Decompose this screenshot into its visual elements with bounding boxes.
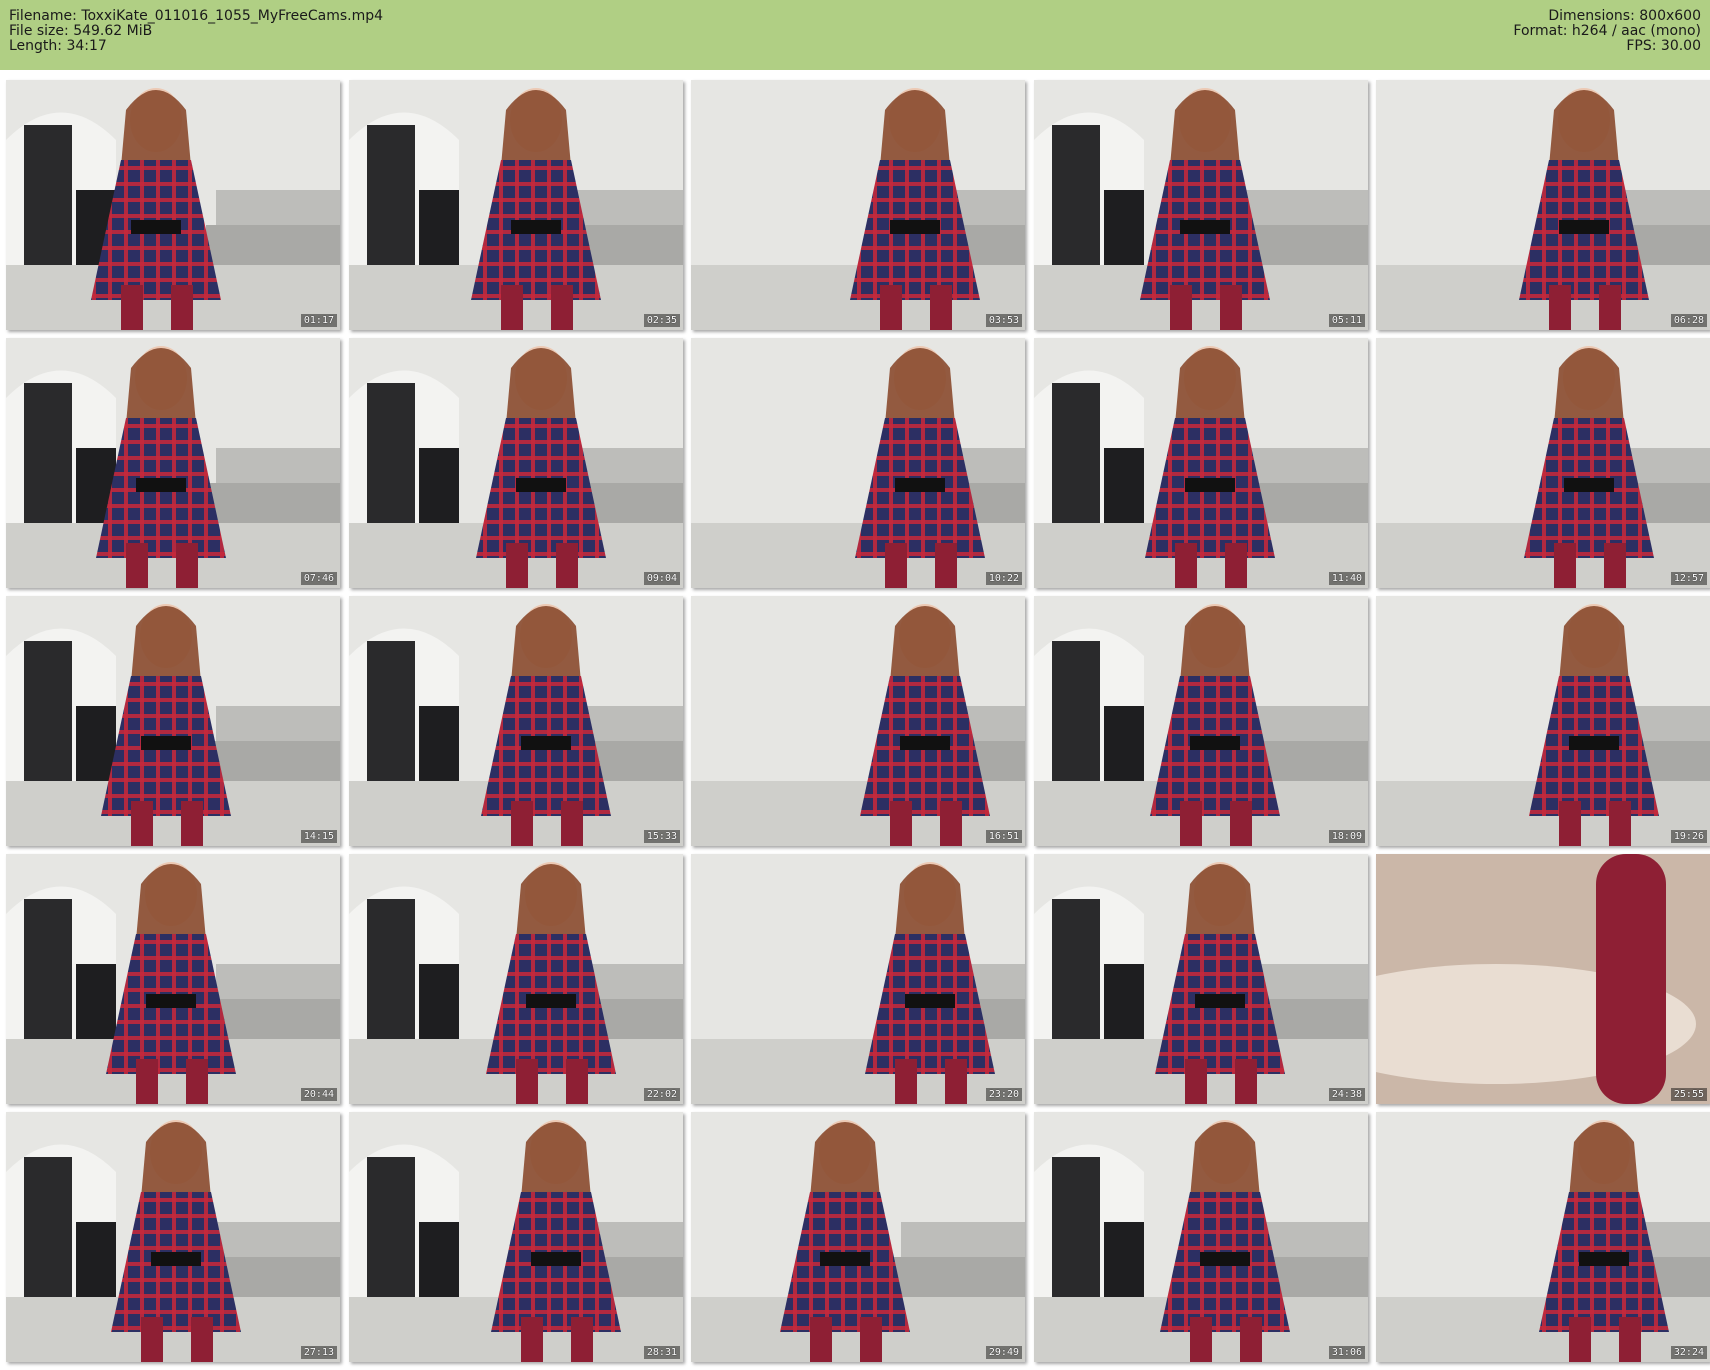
thumbnail-image — [1034, 80, 1368, 330]
format-value: h264 / aac (mono) — [1571, 23, 1701, 39]
thumbnail-image — [1034, 338, 1368, 588]
thumbnail-timestamp: 32:24 — [1670, 1346, 1707, 1359]
length-line: Length: 34:17 — [9, 39, 383, 54]
video-thumbnail: 07:46 — [6, 338, 340, 588]
thumbnail-image — [349, 338, 683, 588]
filename-value: ToxxiKate_011016_1055_MyFreeCams.mp4 — [81, 8, 384, 24]
thumbnail-image — [6, 338, 340, 588]
thumbnail-timestamp: 01:17 — [300, 314, 337, 327]
video-thumbnail: 02:35 — [349, 80, 683, 330]
thumbnail-image — [691, 854, 1025, 1104]
thumbnail-timestamp: 20:44 — [300, 1088, 337, 1101]
fps-value: 30.00 — [1660, 38, 1701, 54]
thumbnail-timestamp: 27:13 — [300, 1346, 337, 1359]
thumbnail-image — [349, 596, 683, 846]
file-info-right: Dimensions: 800x600 Format: h264 / aac (… — [1513, 9, 1701, 54]
video-thumbnail: 24:38 — [1034, 854, 1368, 1104]
video-thumbnail: 22:02 — [349, 854, 683, 1104]
thumbnail-image — [691, 1112, 1025, 1362]
thumbnail-timestamp: 22:02 — [643, 1088, 680, 1101]
thumbnail-image — [6, 80, 340, 330]
thumbnail-timestamp: 09:04 — [643, 572, 680, 585]
thumbnail-timestamp: 24:38 — [1328, 1088, 1365, 1101]
length-value: 34:17 — [66, 38, 107, 54]
format-line: Format: h264 / aac (mono) — [1513, 24, 1701, 39]
thumbnail-timestamp: 06:28 — [1670, 314, 1707, 327]
thumbnail-image — [1376, 80, 1710, 330]
video-thumbnail: 25:55 — [1376, 854, 1710, 1104]
thumbnail-image — [1376, 338, 1710, 588]
video-thumbnail: 09:04 — [349, 338, 683, 588]
thumbnail-timestamp: 11:40 — [1328, 572, 1365, 585]
fps-line: FPS: 30.00 — [1513, 39, 1701, 54]
video-thumbnail: 15:33 — [349, 596, 683, 846]
thumbnail-timestamp: 14:15 — [300, 830, 337, 843]
file-info-left: Filename: ToxxiKate_011016_1055_MyFreeCa… — [9, 9, 383, 54]
thumbnail-image — [691, 338, 1025, 588]
filesize-line: File size: 549.62 MiB — [9, 24, 383, 39]
video-thumbnail: 29:49 — [691, 1112, 1025, 1362]
thumbnail-timestamp: 29:49 — [985, 1346, 1022, 1359]
thumbnail-grid: 01:17 02:35 03:53 05:11 06:28 07:46 09:04 10:22… — [0, 78, 1710, 1368]
thumbnail-timestamp: 12:57 — [1670, 572, 1707, 585]
thumbnail-timestamp: 31:06 — [1328, 1346, 1365, 1359]
length-label: Length: — [9, 38, 63, 54]
video-thumbnail: 16:51 — [691, 596, 1025, 846]
video-thumbnail: 10:22 — [691, 338, 1025, 588]
thumbnail-timestamp: 07:46 — [300, 572, 337, 585]
thumbnail-image — [1376, 854, 1710, 1104]
thumbnail-timestamp: 10:22 — [985, 572, 1022, 585]
thumbnail-image — [6, 1112, 340, 1362]
thumbnail-timestamp: 23:20 — [985, 1088, 1022, 1101]
thumbnail-image — [1376, 1112, 1710, 1362]
thumbnail-image — [349, 80, 683, 330]
video-thumbnail: 23:20 — [691, 854, 1025, 1104]
video-thumbnail: 12:57 — [1376, 338, 1710, 588]
thumbnail-timestamp: 16:51 — [985, 830, 1022, 843]
fps-label: FPS: — [1626, 38, 1657, 54]
thumbnail-timestamp: 28:31 — [643, 1346, 680, 1359]
filesize-value: 549.62 MiB — [73, 23, 153, 39]
video-thumbnail: 11:40 — [1034, 338, 1368, 588]
dimensions-label: Dimensions: — [1548, 8, 1635, 24]
thumbnail-image — [1034, 1112, 1368, 1362]
dimensions-line: Dimensions: 800x600 — [1513, 9, 1701, 24]
filename-label: Filename: — [9, 8, 77, 24]
video-thumbnail: 01:17 — [6, 80, 340, 330]
info-header: Filename: ToxxiKate_011016_1055_MyFreeCa… — [0, 0, 1710, 70]
thumbnail-timestamp: 15:33 — [643, 830, 680, 843]
filename-line: Filename: ToxxiKate_011016_1055_MyFreeCa… — [9, 9, 383, 24]
thumbnail-timestamp: 03:53 — [985, 314, 1022, 327]
video-thumbnail: 18:09 — [1034, 596, 1368, 846]
video-thumbnail: 19:26 — [1376, 596, 1710, 846]
thumbnail-timestamp: 19:26 — [1670, 830, 1707, 843]
video-thumbnail: 31:06 — [1034, 1112, 1368, 1362]
thumbnail-image — [1376, 596, 1710, 846]
thumbnail-image — [349, 854, 683, 1104]
video-thumbnail: 03:53 — [691, 80, 1025, 330]
video-thumbnail: 32:24 — [1376, 1112, 1710, 1362]
dimensions-value: 800x600 — [1639, 8, 1701, 24]
video-thumbnail: 20:44 — [6, 854, 340, 1104]
thumbnail-image — [1034, 854, 1368, 1104]
video-thumbnail: 06:28 — [1376, 80, 1710, 330]
format-label: Format: — [1513, 23, 1568, 39]
thumbnail-image — [691, 80, 1025, 330]
thumbnail-timestamp: 02:35 — [643, 314, 680, 327]
thumbnail-image — [1034, 596, 1368, 846]
thumbnail-timestamp: 25:55 — [1670, 1088, 1707, 1101]
filesize-label: File size: — [9, 23, 69, 39]
video-thumbnail: 28:31 — [349, 1112, 683, 1362]
thumbnail-image — [691, 596, 1025, 846]
video-thumbnail: 05:11 — [1034, 80, 1368, 330]
video-thumbnail: 27:13 — [6, 1112, 340, 1362]
video-thumbnail: 14:15 — [6, 596, 340, 846]
thumbnail-image — [349, 1112, 683, 1362]
thumbnail-image — [6, 596, 340, 846]
thumbnail-timestamp: 05:11 — [1328, 314, 1365, 327]
thumbnail-image — [6, 854, 340, 1104]
thumbnail-timestamp: 18:09 — [1328, 830, 1365, 843]
